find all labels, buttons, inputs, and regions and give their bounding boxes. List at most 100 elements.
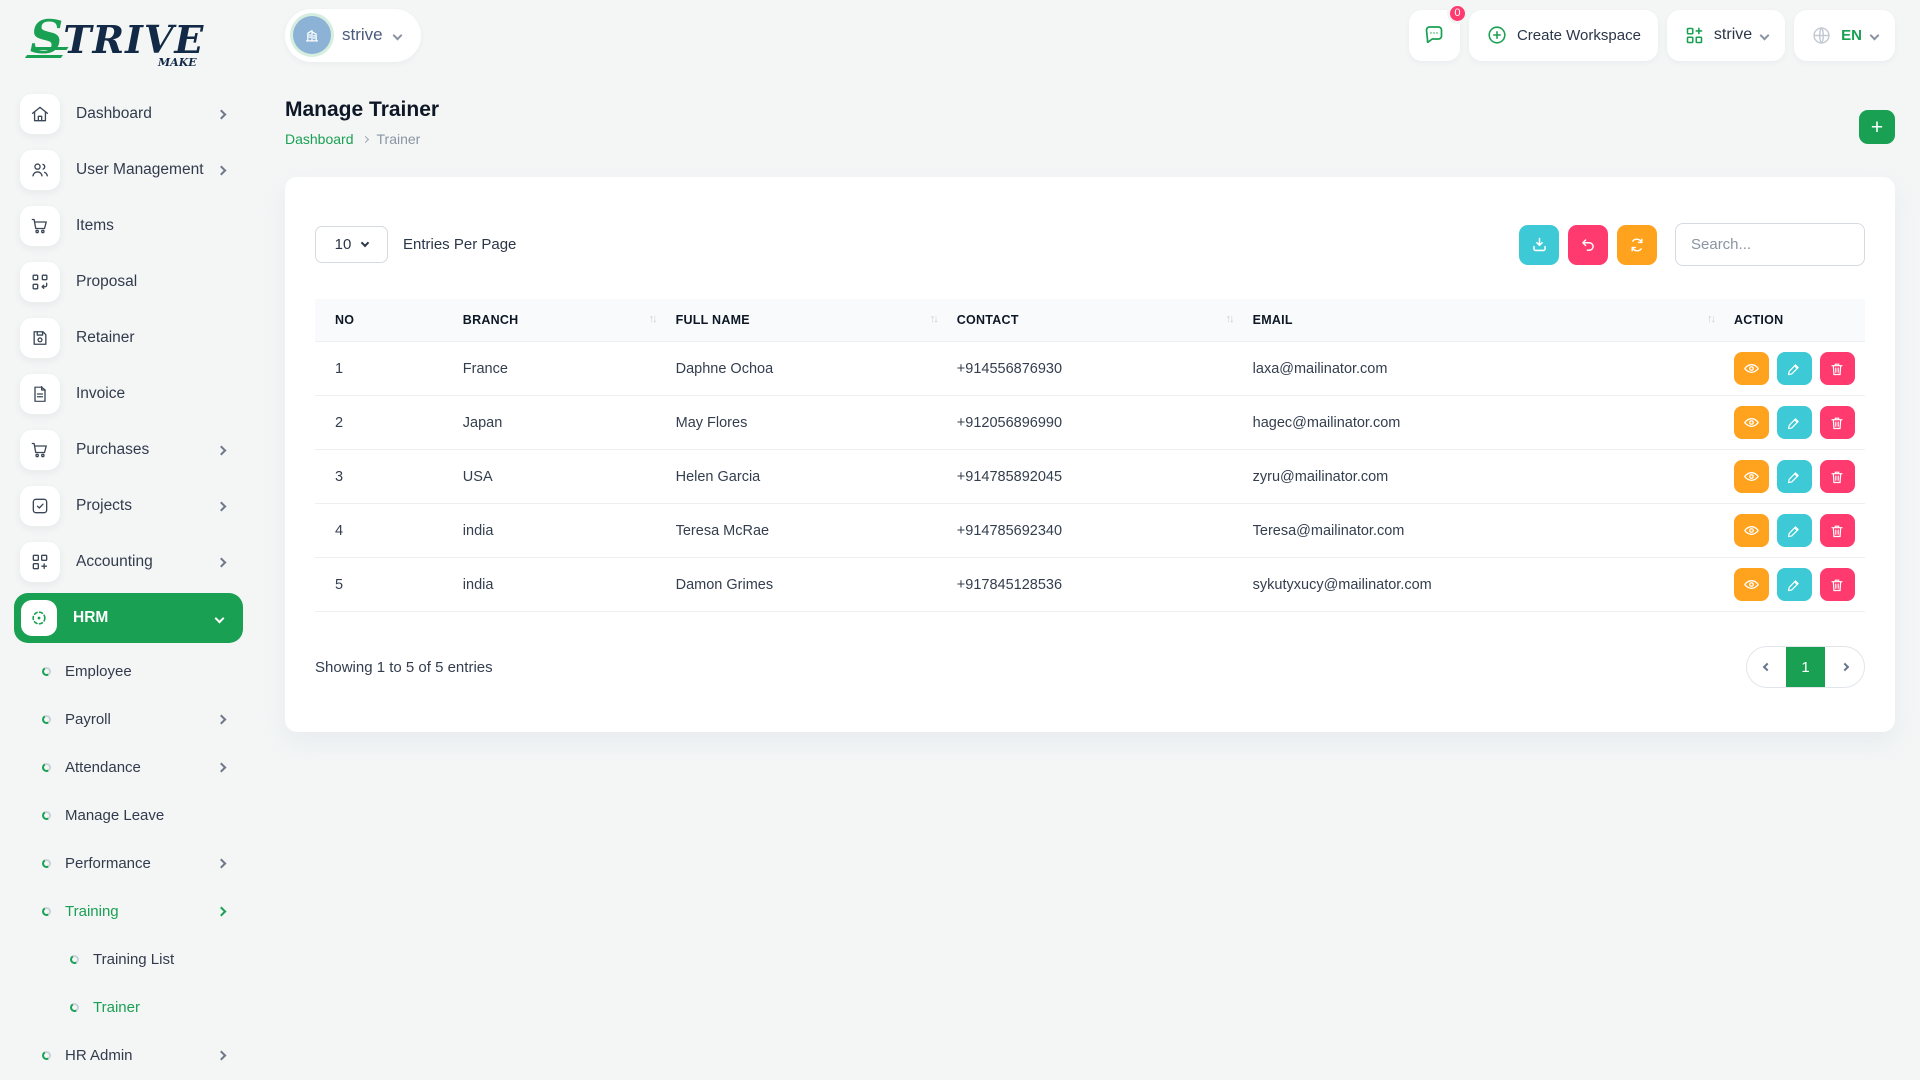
workspace-name: strive xyxy=(342,25,383,45)
chevron-down-icon xyxy=(215,613,225,623)
delete-button[interactable] xyxy=(1820,460,1855,493)
entries-per-page-select[interactable]: 10 xyxy=(315,226,388,263)
page-number-button[interactable]: 1 xyxy=(1786,647,1825,687)
sidebar-item-training-list[interactable]: Training List xyxy=(20,935,255,983)
sidebar-item-purchases[interactable]: Purchases xyxy=(20,422,255,478)
sidebar-item-hrm[interactable]: HRM xyxy=(14,593,243,643)
messages-badge: 0 xyxy=(1447,3,1468,24)
cell-no: 1 xyxy=(315,342,453,396)
add-trainer-button[interactable]: + xyxy=(1859,110,1895,144)
cell-email: hagec@mailinator.com xyxy=(1243,396,1724,450)
proposal-icon xyxy=(20,262,60,302)
breadcrumb: Dashboard Trainer xyxy=(285,131,439,147)
sidebar-item-performance[interactable]: Performance xyxy=(20,839,255,887)
sidebar-item-trainer[interactable]: Trainer xyxy=(20,983,255,1031)
save-icon xyxy=(20,318,60,358)
eye-icon xyxy=(1743,414,1760,431)
chevron-right-icon xyxy=(361,135,368,142)
create-workspace-label: Create Workspace xyxy=(1517,27,1641,44)
sidebar-item-label: Proposal xyxy=(76,273,225,291)
view-button[interactable] xyxy=(1734,406,1769,439)
bullet-icon xyxy=(41,905,52,916)
reset-button[interactable] xyxy=(1568,225,1608,265)
cell-contact: +914785892045 xyxy=(947,450,1243,504)
sidebar-item-label: Performance xyxy=(65,855,218,872)
edit-button[interactable] xyxy=(1777,568,1812,601)
hrm-icon xyxy=(21,600,57,636)
invoice-icon xyxy=(20,374,60,414)
sidebar-item-projects[interactable]: Projects xyxy=(20,478,255,534)
cell-email: zyru@mailinator.com xyxy=(1243,450,1724,504)
row-actions xyxy=(1734,514,1855,547)
sidebar-item-user-management[interactable]: User Management xyxy=(20,142,255,198)
edit-button[interactable] xyxy=(1777,460,1812,493)
export-button[interactable] xyxy=(1519,225,1559,265)
view-button[interactable] xyxy=(1734,460,1769,493)
sidebar-item-retainer[interactable]: Retainer xyxy=(20,310,255,366)
refresh-button[interactable] xyxy=(1617,225,1657,265)
create-workspace-button[interactable]: Create Workspace xyxy=(1469,10,1658,61)
language-code: EN xyxy=(1841,27,1862,44)
sort-icon[interactable]: ↑↓ xyxy=(1226,313,1233,325)
breadcrumb-dashboard-link[interactable]: Dashboard xyxy=(285,131,354,147)
bullet-icon xyxy=(41,761,52,772)
edit-button[interactable] xyxy=(1777,406,1812,439)
sidebar-item-invoice[interactable]: Invoice xyxy=(20,366,255,422)
chevron-right-icon xyxy=(217,557,227,567)
sidebar-item-payroll[interactable]: Payroll xyxy=(20,695,255,743)
app-logo[interactable]: STRIVE MAKE xyxy=(0,0,255,78)
sidebar-item-label: Items xyxy=(76,217,225,235)
edit-button[interactable] xyxy=(1777,352,1812,385)
cell-no: 3 xyxy=(315,450,453,504)
sidebar-item-accounting[interactable]: Accounting xyxy=(20,534,255,590)
delete-button[interactable] xyxy=(1820,406,1855,439)
messages-button[interactable]: 0 xyxy=(1409,10,1460,61)
org-name: strive xyxy=(1714,26,1752,44)
previous-page-button[interactable] xyxy=(1747,647,1786,687)
view-button[interactable] xyxy=(1734,568,1769,601)
sidebar-item-label: Projects xyxy=(76,497,218,515)
view-button[interactable] xyxy=(1734,352,1769,385)
pencil-icon xyxy=(1786,415,1802,431)
trash-icon xyxy=(1829,415,1845,431)
workspace-selector[interactable]: strive xyxy=(285,9,421,62)
sidebar-item-items[interactable]: Items xyxy=(20,198,255,254)
chevron-down-icon xyxy=(1760,30,1770,40)
chevron-right-icon xyxy=(217,445,227,455)
cell-contact: +914785692340 xyxy=(947,504,1243,558)
delete-button[interactable] xyxy=(1820,514,1855,547)
cell-contact: +912056896990 xyxy=(947,396,1243,450)
sidebar-item-manage-leave[interactable]: Manage Leave xyxy=(20,791,255,839)
topbar: strive 0 Create Workspace strive EN xyxy=(255,0,1920,70)
cell-branch: France xyxy=(453,342,666,396)
sidebar-item-training[interactable]: Training xyxy=(20,887,255,935)
delete-button[interactable] xyxy=(1820,568,1855,601)
row-actions xyxy=(1734,460,1855,493)
org-switcher[interactable]: strive xyxy=(1667,10,1785,61)
home-icon xyxy=(20,94,60,134)
edit-button[interactable] xyxy=(1777,514,1812,547)
cell-branch: Japan xyxy=(453,396,666,450)
sidebar-item-proposal[interactable]: Proposal xyxy=(20,254,255,310)
sidebar-item-label: Training xyxy=(65,903,218,920)
sidebar-item-hr-admin[interactable]: HR Admin xyxy=(20,1031,255,1079)
sort-icon[interactable]: ↑↓ xyxy=(1707,313,1714,325)
sidebar-item-employee[interactable]: Employee xyxy=(20,647,255,695)
sidebar-nav: Dashboard User Management Items Proposal xyxy=(0,78,255,1079)
next-page-button[interactable] xyxy=(1825,647,1864,687)
sort-icon[interactable]: ↑↓ xyxy=(649,313,656,325)
sidebar-item-label: HRM xyxy=(73,609,216,627)
pencil-icon xyxy=(1786,523,1802,539)
view-button[interactable] xyxy=(1734,514,1769,547)
bullet-icon xyxy=(41,665,52,676)
sidebar-item-label: Manage Leave xyxy=(65,807,225,824)
sidebar-item-dashboard[interactable]: Dashboard xyxy=(20,86,255,142)
chevron-down-icon xyxy=(1870,30,1880,40)
sort-icon[interactable]: ↑↓ xyxy=(930,313,937,325)
table-header-row: NO BRANCH↑↓ FULL NAME↑↓ CONTACT↑↓ EMAIL↑… xyxy=(315,299,1865,342)
workspace-avatar xyxy=(293,16,331,54)
delete-button[interactable] xyxy=(1820,352,1855,385)
search-input[interactable] xyxy=(1675,223,1865,266)
language-selector[interactable]: EN xyxy=(1794,10,1895,61)
sidebar-item-attendance[interactable]: Attendance xyxy=(20,743,255,791)
